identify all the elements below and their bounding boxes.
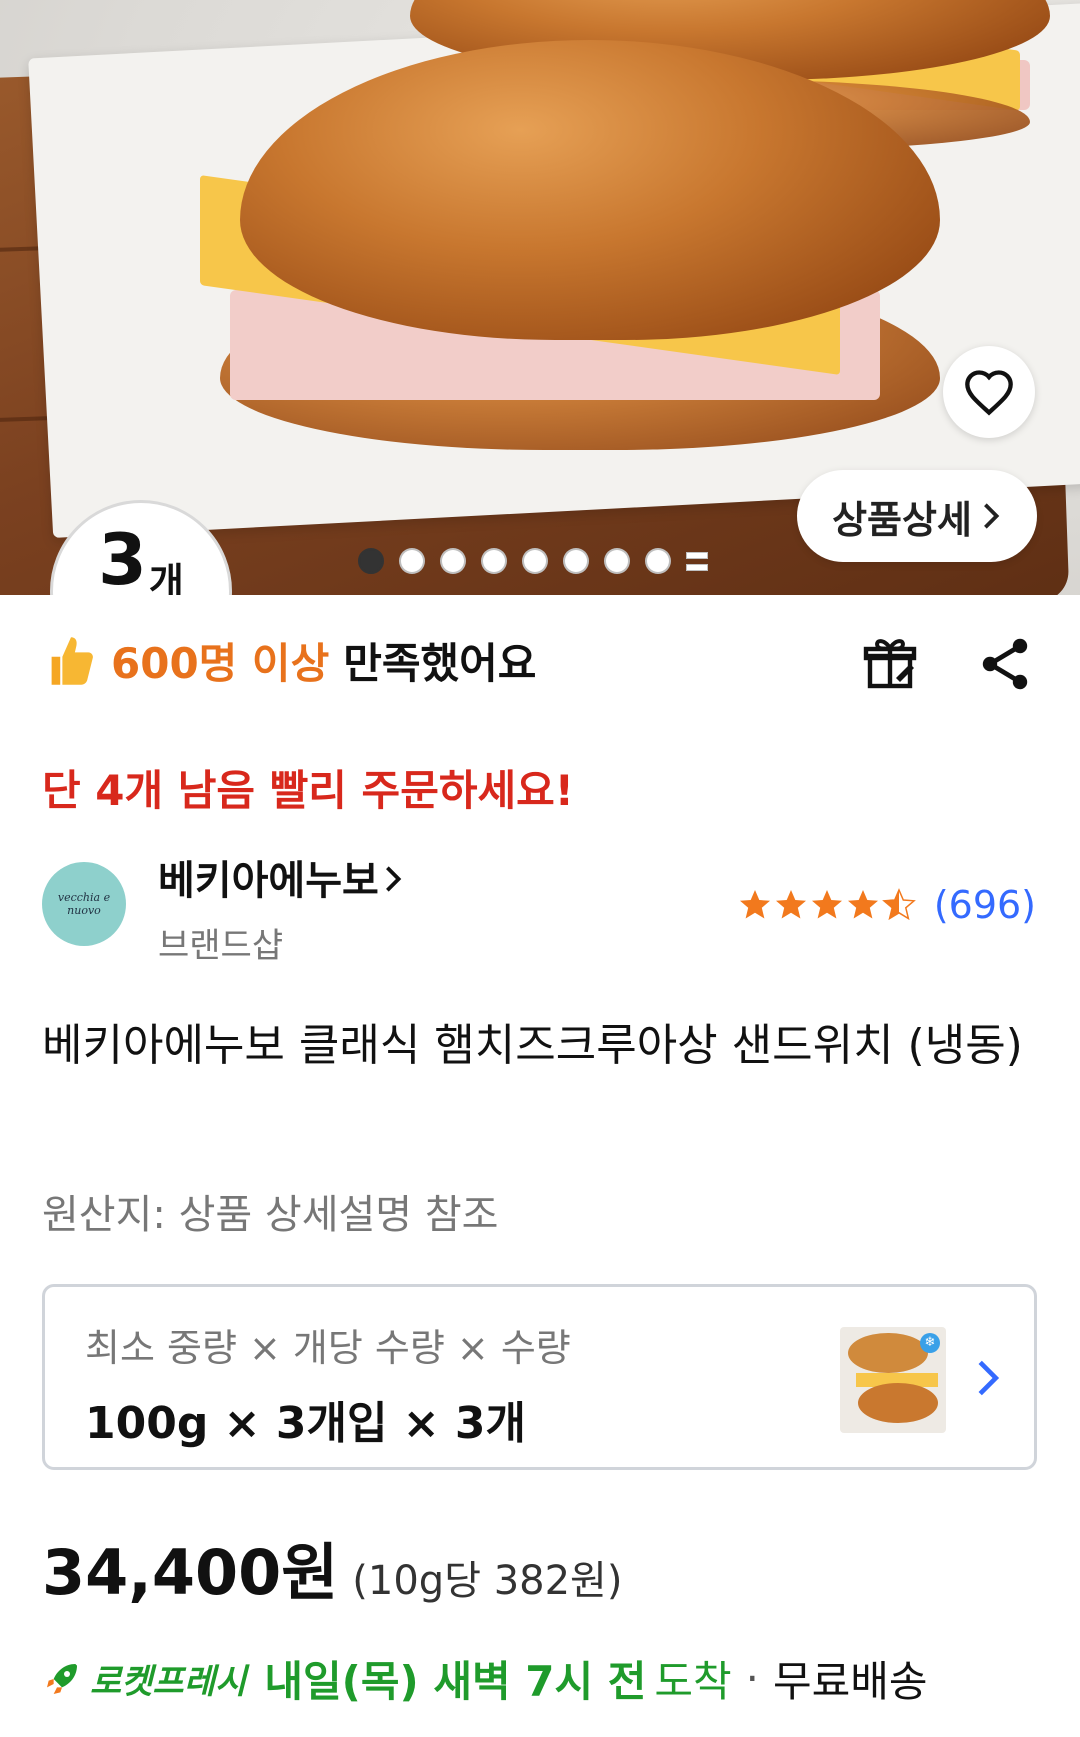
product-detail-button[interactable]: 상품상세	[797, 470, 1037, 562]
carousel-dot[interactable]	[358, 548, 384, 574]
thumbs-up-icon	[51, 636, 93, 685]
star-rating-icon	[739, 888, 916, 921]
price-per-unit: (10g당 382원)	[352, 1558, 623, 1604]
review-count: (696)	[933, 883, 1036, 927]
carousel-dot[interactable]	[563, 548, 589, 574]
carousel-dot[interactable]	[604, 548, 630, 574]
rating-summary[interactable]: (696)	[738, 883, 1036, 927]
delivery-row: 로켓프레시 내일(목) 새벽 7시 전 도착 · 무료배송	[42, 1648, 928, 1709]
carousel-dot[interactable]	[440, 548, 466, 574]
carousel-dot[interactable]	[522, 548, 548, 574]
product-detail-label: 상품상세	[832, 497, 972, 542]
chevron-right-icon	[983, 503, 1000, 529]
frozen-icon: ❄	[920, 1333, 940, 1353]
front-sandwich	[180, 40, 960, 460]
product-title: 베키아에누보 클래식 햄치즈크루아상 샌드위치 (냉동)	[42, 1020, 1023, 1071]
price-main: 34,400원	[42, 1536, 339, 1609]
heart-icon	[965, 370, 1013, 416]
carousel-dot[interactable]	[645, 548, 671, 574]
carousel-more-icon[interactable]	[686, 550, 708, 572]
satisfaction-highlight: 600명 이상	[111, 639, 330, 688]
gift-icon[interactable]	[862, 636, 918, 692]
option-value: 100g × 3개입 × 3개	[85, 1398, 527, 1449]
product-origin: 원산지: 상품 상세설명 참조	[42, 1192, 499, 1238]
brand-logo[interactable]: vecchia e nuovo	[42, 862, 126, 946]
product-hero-image[interactable]: 상품상세 3 개	[0, 0, 1080, 595]
option-selector[interactable]: 최소 중량 × 개당 수량 × 수량 100g × 3개입 × 3개 ❄	[42, 1284, 1037, 1470]
favorite-button[interactable]	[943, 346, 1035, 438]
satisfaction-row: 600명 이상 만족했어요	[45, 630, 536, 691]
brand-subtitle: 브랜드샵	[158, 926, 284, 966]
carousel-indicator	[358, 548, 708, 574]
rocket-fresh-badge: 로켓프레시	[90, 1662, 247, 1702]
carousel-dot[interactable]	[399, 548, 425, 574]
delivery-eta: 내일(목) 새벽 7시 전	[264, 1657, 647, 1706]
delivery-separator: ·	[745, 1654, 760, 1703]
option-thumbnail: ❄	[840, 1327, 946, 1433]
stock-notice: 단 4개 남음 빨리 주문하세요!	[42, 766, 574, 815]
satisfaction-text: 만족했어요	[343, 639, 537, 688]
brand-name: 베키아에누보	[158, 858, 379, 904]
quantity-unit: 개	[148, 560, 184, 595]
brand-logo-text: vecchia e nuovo	[57, 891, 111, 917]
quantity-number: 3	[98, 519, 147, 595]
delivery-arrive: 도착	[654, 1657, 732, 1706]
chevron-right-icon	[978, 1360, 1000, 1396]
free-shipping: 무료배송	[773, 1657, 928, 1706]
option-label: 최소 중량 × 개당 수량 × 수량	[85, 1326, 571, 1370]
chevron-right-icon	[385, 866, 402, 892]
rocket-icon	[47, 1663, 77, 1694]
brand-name-link[interactable]: 베키아에누보	[158, 848, 403, 906]
price-row: 34,400원 (10g당 382원)	[42, 1522, 622, 1612]
share-icon[interactable]	[978, 636, 1034, 692]
carousel-dot[interactable]	[481, 548, 507, 574]
